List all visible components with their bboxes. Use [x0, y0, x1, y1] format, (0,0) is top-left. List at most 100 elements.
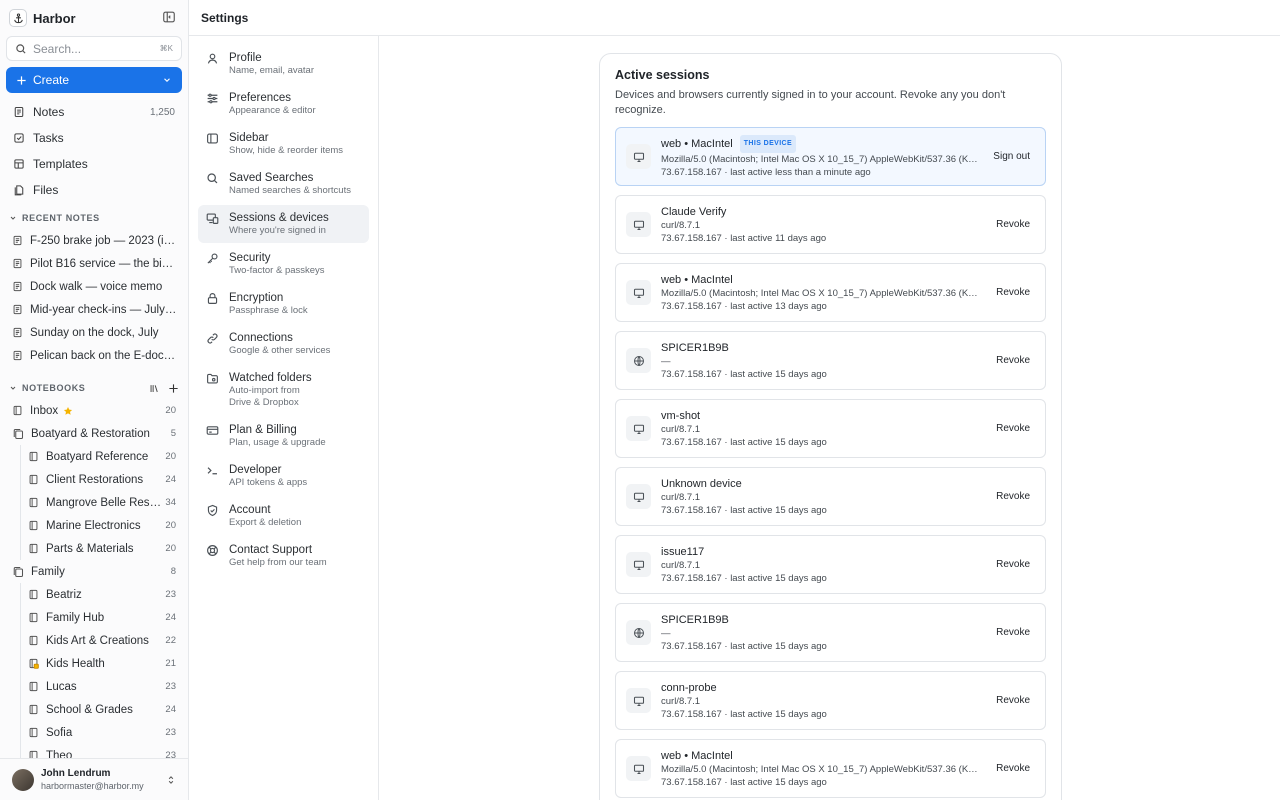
- settings-nav-sidebar[interactable]: Sidebar Show, hide & reorder items: [198, 125, 369, 163]
- notebook-stack-boatyard[interactable]: Boatyard & Restoration 5: [0, 422, 188, 445]
- sign-out-button[interactable]: Sign out: [988, 151, 1035, 162]
- recent-note-title: Pelican back on the E-dock lift: [30, 349, 179, 362]
- session-details: SPICER1B9B —73.67.158.167 · last active 1…: [661, 613, 983, 653]
- settings-nav-title: Profile: [229, 52, 262, 64]
- notebook-count: 23: [165, 681, 176, 692]
- notebook-count: 23: [165, 727, 176, 738]
- anchor-icon: [9, 9, 27, 27]
- notebook-item[interactable]: Boatyard Reference 20: [21, 445, 188, 468]
- settings-panel-area: Active sessions Devices and browsers cur…: [379, 36, 1280, 800]
- revoke-button[interactable]: Revoke: [991, 695, 1035, 706]
- app-window: Harbor Search... ⌘K Create Notes 1,250 T…: [0, 0, 1280, 800]
- settings-nav-subtitle: Appearance & editor: [229, 105, 316, 116]
- notebook-item[interactable]: Family Hub 24: [21, 606, 188, 629]
- nav-label: Notes: [33, 105, 65, 119]
- notebook-item[interactable]: Lucas 23: [21, 675, 188, 698]
- monitor-icon: [626, 416, 651, 441]
- revoke-button[interactable]: Revoke: [991, 219, 1035, 230]
- left-sidebar: Harbor Search... ⌘K Create Notes 1,250 T…: [0, 0, 189, 800]
- recent-note[interactable]: F-250 brake job — 2023 (invoice): [0, 229, 188, 252]
- revoke-button[interactable]: Revoke: [991, 423, 1035, 434]
- monitor-icon: [626, 280, 651, 305]
- notebook-label: Inbox: [30, 404, 59, 417]
- folder-icon: [206, 372, 220, 386]
- settings-nav-sessions[interactable]: Sessions & devices Where you're signed in: [198, 205, 369, 243]
- create-button[interactable]: Create: [6, 67, 182, 93]
- notebook-item[interactable]: Sofia 23: [21, 721, 188, 744]
- search-input[interactable]: Search... ⌘K: [6, 36, 182, 61]
- notebook-item[interactable]: Kids Health 21: [21, 652, 188, 675]
- revoke-button[interactable]: Revoke: [991, 559, 1035, 570]
- session-name-line: vm-shot: [661, 409, 983, 423]
- notebook-item[interactable]: Mangrove Belle Restoration 34: [21, 491, 188, 514]
- notebook-item[interactable]: School & Grades 24: [21, 698, 188, 721]
- notebooks-header[interactable]: NOTEBOOKS: [0, 377, 188, 399]
- settings-nav-support[interactable]: Contact Support Get help from our team: [198, 537, 369, 575]
- notebook-item[interactable]: Beatriz 23: [21, 583, 188, 606]
- nav-item-files[interactable]: Files: [0, 177, 188, 203]
- recent-note[interactable]: Mid-year check-ins — July 2024: [0, 298, 188, 321]
- session-meta: 73.67.158.167 · last active 15 days ago: [661, 776, 827, 788]
- notebook-count: 24: [165, 612, 176, 623]
- search-icon: [15, 43, 27, 55]
- session-name: Unknown device: [661, 477, 742, 490]
- settings-nav-billing[interactable]: Plan & Billing Plan, usage & upgrade: [198, 417, 369, 455]
- nav-item-tasks[interactable]: Tasks: [0, 125, 188, 151]
- stack-icon: [12, 566, 24, 578]
- brand-header: Harbor: [0, 0, 188, 36]
- add-notebook-icon[interactable]: [168, 383, 179, 394]
- notebook-inbox[interactable]: Inbox 20: [0, 399, 188, 422]
- library-icon[interactable]: [149, 383, 160, 394]
- session-details: Claude Verify curl/8.7.1 73.67.158.167 · l…: [661, 205, 983, 245]
- recent-note[interactable]: Pelican back on the E-dock lift: [0, 344, 188, 367]
- notebook-label: Parts & Materials: [46, 542, 134, 555]
- settings-nav-subtitle: Passphrase & lock: [229, 305, 308, 316]
- revoke-button[interactable]: Revoke: [991, 763, 1035, 774]
- settings-nav-title: Connections: [229, 332, 293, 344]
- session-meta: 73.67.158.167 · last active 13 days ago: [661, 300, 827, 312]
- settings-nav-security[interactable]: Security Two-factor & passkeys: [198, 245, 369, 283]
- nav-item-notes[interactable]: Notes 1,250: [0, 99, 188, 125]
- settings-nav-preferences[interactable]: Preferences Appearance & editor: [198, 85, 369, 123]
- recent-notes-header[interactable]: RECENT NOTES: [0, 207, 188, 229]
- notebook-item[interactable]: Parts & Materials 20: [21, 537, 188, 560]
- revoke-button[interactable]: Revoke: [991, 627, 1035, 638]
- recent-note-title: Mid-year check-ins — July 2024: [30, 303, 179, 316]
- collapse-sidebar-icon[interactable]: [162, 10, 178, 26]
- notebook-label: Boatyard & Restoration: [31, 427, 150, 440]
- notebook-item[interactable]: Kids Art & Creations 22: [21, 629, 188, 652]
- revoke-button[interactable]: Revoke: [991, 491, 1035, 502]
- user-account-menu[interactable]: John Lendrum harbormaster@harbor.my: [0, 758, 188, 800]
- settings-nav-saved-searches[interactable]: Saved Searches Named searches & shortcuts: [198, 165, 369, 203]
- chevron-down-icon[interactable]: [162, 75, 172, 85]
- settings-nav-watched-folders[interactable]: Watched folders Auto-import from Drive & …: [198, 365, 369, 415]
- settings-nav-profile[interactable]: Profile Name, email, avatar: [198, 45, 369, 83]
- notebook-count: 21: [165, 658, 176, 669]
- session-details: web • MacIntel Mozilla/5.0 (Macintosh; In…: [661, 273, 983, 313]
- settings-nav-connections[interactable]: Connections Google & other services: [198, 325, 369, 363]
- revoke-button[interactable]: Revoke: [991, 355, 1035, 366]
- nav-item-templates[interactable]: Templates: [0, 151, 188, 177]
- session-user-agent: Mozilla/5.0 (Macintosh; Intel Mac OS X 1…: [661, 287, 983, 299]
- sliders-icon: [206, 92, 220, 106]
- notebook-stack-family[interactable]: Family 8: [0, 560, 188, 583]
- notebook-item[interactable]: Marine Electronics 20: [21, 514, 188, 537]
- settings-nav-encryption[interactable]: Encryption Passphrase & lock: [198, 285, 369, 323]
- settings-nav-account[interactable]: Account Export & deletion: [198, 497, 369, 535]
- recent-note[interactable]: Dock walk — voice memo: [0, 275, 188, 298]
- notebook-label: Beatriz: [46, 588, 82, 601]
- settings-nav-title: Plan & Billing: [229, 424, 297, 436]
- notebook-label: Kids Health: [46, 657, 105, 670]
- settings-nav-developer[interactable]: Developer API tokens & apps: [198, 457, 369, 495]
- globe-icon: [626, 620, 651, 645]
- monitor-icon: [626, 552, 651, 577]
- recent-note[interactable]: Pilot B16 service — the big one: [0, 252, 188, 275]
- top-bar: Settings: [189, 0, 1280, 36]
- notebook-item[interactable]: Client Restorations 24: [21, 468, 188, 491]
- revoke-button[interactable]: Revoke: [991, 287, 1035, 298]
- notebook-icon: [28, 635, 39, 646]
- settings-nav-title: Saved Searches: [229, 172, 314, 184]
- notebook-stack-children: Boatyard Reference 20 Client Restorations…: [20, 445, 188, 560]
- settings-nav-subtitle: API tokens & apps: [229, 477, 308, 488]
- recent-note[interactable]: Sunday on the dock, July: [0, 321, 188, 344]
